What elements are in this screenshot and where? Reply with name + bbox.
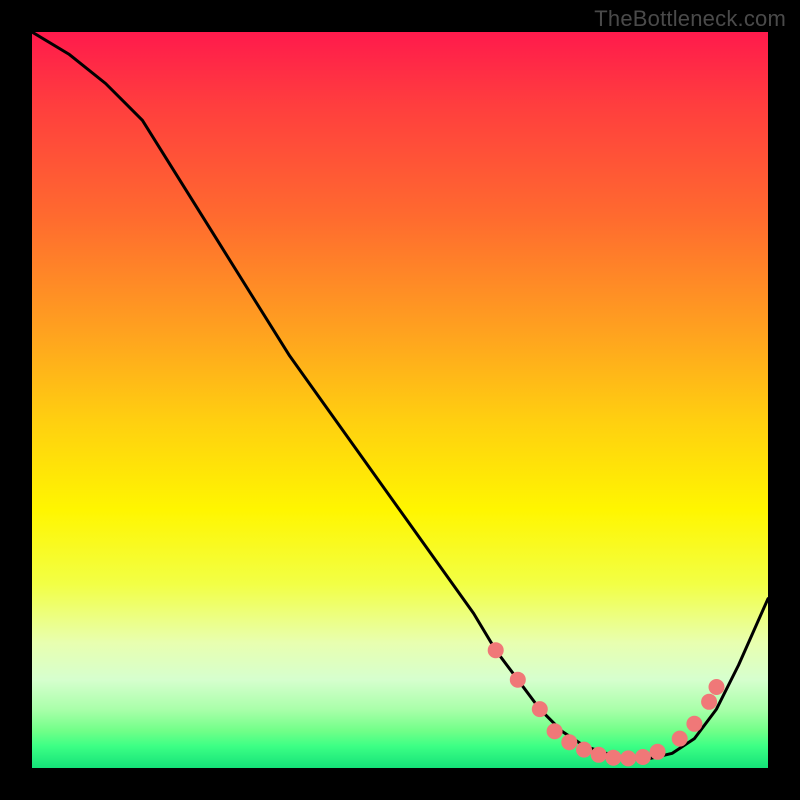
marker-dot (576, 742, 592, 758)
marker-dot (686, 716, 702, 732)
marker-dot (650, 744, 666, 760)
curve-svg (32, 32, 768, 768)
marker-dot (672, 731, 688, 747)
marker-dot (547, 723, 563, 739)
marker-dot (635, 749, 651, 765)
marker-dots (488, 642, 725, 766)
marker-dot (620, 750, 636, 766)
marker-dot (709, 679, 725, 695)
marker-dot (561, 734, 577, 750)
marker-dot (605, 750, 621, 766)
plot-area (32, 32, 768, 768)
chart-frame: TheBottleneck.com (0, 0, 800, 800)
bottleneck-curve (32, 32, 768, 759)
marker-dot (591, 747, 607, 763)
marker-dot (701, 694, 717, 710)
watermark-text: TheBottleneck.com (594, 6, 786, 32)
marker-dot (532, 701, 548, 717)
marker-dot (488, 642, 504, 658)
marker-dot (510, 672, 526, 688)
